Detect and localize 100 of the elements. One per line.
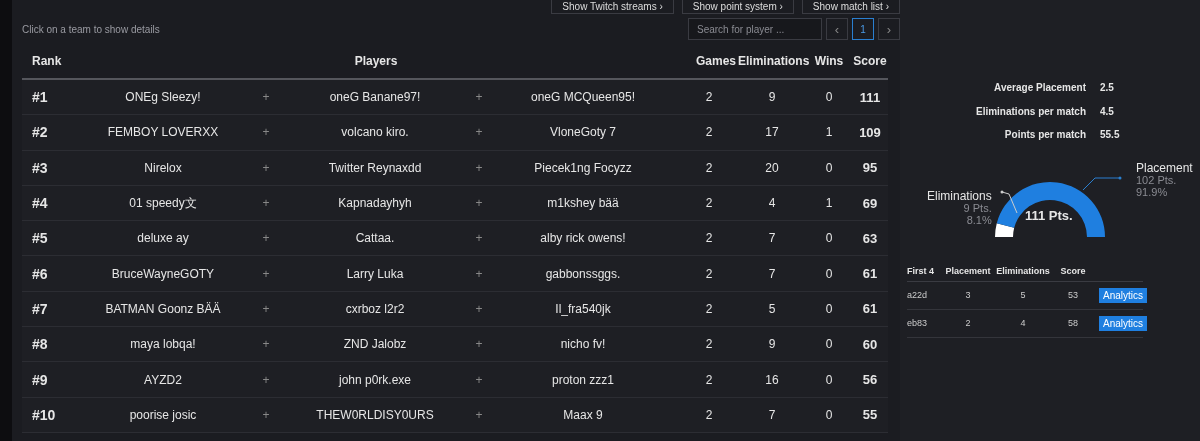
rank-cell-text: #3: [31, 159, 49, 176]
analytics-button[interactable]: Analytics: [1099, 315, 1147, 331]
player-name: cxrboz l2r2: [344, 301, 406, 316]
eliminations-cell-text: 5: [767, 301, 777, 316]
score-cell-text: 109: [858, 124, 882, 140]
wins-cell-text: 1: [824, 196, 834, 211]
match-id: eb83: [907, 318, 929, 328]
plus-sign: +: [261, 407, 271, 422]
toggle-button[interactable]: Show Twitch streams ›: [551, 0, 674, 14]
player-name: Cattaa.: [354, 231, 396, 246]
player-name: ZND Jalobz: [342, 337, 408, 352]
stat-label: Eliminations per match: [974, 105, 1087, 117]
eliminations-cell-text: 7: [767, 407, 777, 422]
column-header: Rank: [31, 53, 63, 68]
placement-cell-text: 2: [964, 318, 972, 328]
plus-sign: +: [261, 90, 271, 105]
plus-sign: +: [261, 266, 271, 281]
games-cell-text: 2: [704, 196, 714, 211]
segment-percent: 91.9%: [1136, 185, 1169, 198]
player-name: poorise josic: [128, 407, 198, 422]
segment-points: 9 Pts.: [962, 201, 992, 214]
player-name: BruceWayneGOTY: [110, 266, 216, 281]
eliminations-cell-text: 9: [767, 337, 777, 352]
previous-page-button[interactable]: ‹: [826, 18, 848, 40]
stat-label: Average Placement: [993, 82, 1087, 94]
eliminations-cell-text: 7: [767, 266, 777, 281]
toggle-button[interactable]: Show point system ›: [681, 0, 794, 14]
plus-sign: +: [261, 160, 271, 175]
plus-sign: +: [261, 125, 271, 140]
score-cell-text: 69: [861, 195, 879, 211]
wins-cell-text: 0: [824, 90, 834, 105]
player-name: john p0rk.exe: [337, 372, 412, 387]
plus-sign: +: [474, 266, 484, 281]
player-name: volcano kiro.: [340, 125, 410, 140]
games-cell-text: 2: [704, 160, 714, 175]
player-name: Twitter Reynaxdd: [327, 160, 423, 175]
player-name: alby rick owens!: [539, 231, 627, 246]
score-cell-text: 53: [1067, 290, 1079, 300]
eliminations-cell-text: 5: [1019, 290, 1027, 300]
plus-sign: +: [474, 337, 484, 352]
plus-sign: +: [261, 337, 271, 352]
plus-sign: +: [474, 160, 484, 175]
wins-cell-text: 0: [824, 231, 834, 246]
games-cell-text: 2: [704, 231, 714, 246]
rank-cell-text: #4: [31, 195, 49, 212]
eliminations-cell-text: 4: [767, 196, 777, 211]
search-field[interactable]: Search for player ...: [688, 18, 822, 40]
player-name: Nirelox: [143, 160, 183, 175]
column-header: Games: [694, 53, 737, 68]
wins-cell-text: 1: [824, 125, 834, 140]
player-name: oneG Banane97!: [328, 90, 422, 105]
toggle-button[interactable]: Show match list ›: [801, 0, 900, 14]
games-cell-text: 2: [704, 125, 714, 140]
player-name: ONEg Sleezy!: [124, 90, 202, 105]
analytics-button[interactable]: Analytics: [1099, 287, 1147, 303]
segment-points: 102 Pts.: [1136, 173, 1178, 186]
plus-sign: +: [261, 301, 271, 316]
segment-percent: 8.1%: [965, 213, 992, 226]
games-cell-text: 2: [704, 90, 714, 105]
rank-cell-text: #8: [31, 336, 49, 353]
column-header: First 4: [907, 265, 935, 276]
eliminations-cell-text: 9: [767, 90, 777, 105]
plus-sign: +: [261, 372, 271, 387]
games-cell-text: 2: [704, 407, 714, 422]
next-page-button[interactable]: ›: [878, 18, 900, 40]
eliminations-cell-text: 16: [764, 372, 780, 387]
placement-cell-text: 3: [964, 290, 972, 300]
column-header: Score: [1059, 265, 1087, 276]
eliminations-cell-text: 20: [764, 160, 780, 175]
rank-cell-text: #6: [31, 265, 49, 282]
stat-value: 2.5: [1100, 82, 1115, 94]
games-cell-text: 2: [704, 266, 714, 281]
games-cell-text: 2: [704, 301, 714, 316]
score-cell-text: 58: [1067, 318, 1079, 328]
segment-label: Eliminations: [927, 188, 992, 203]
wins-cell-text: 0: [824, 160, 834, 175]
plus-sign: +: [474, 407, 484, 422]
plus-sign: +: [474, 196, 484, 211]
leader-line: [1082, 176, 1122, 190]
wins-cell-text: 0: [824, 266, 834, 281]
page-button[interactable]: 1: [852, 18, 874, 40]
rank-cell-text: #2: [31, 124, 49, 141]
player-name: nicho fv!: [559, 337, 607, 352]
column-header: Score: [852, 53, 888, 68]
player-name: FEMBOY LOVERXX: [106, 125, 220, 140]
player-name: BATMAN Goonz BÄÄ: [104, 301, 222, 316]
plus-sign: +: [474, 90, 484, 105]
games-cell-text: 2: [704, 337, 714, 352]
plus-sign: +: [474, 301, 484, 316]
player-name: THEW0RLDISY0URS: [315, 407, 435, 422]
player-name: proton zzz1: [550, 372, 615, 387]
column-header: Eliminations: [995, 265, 1051, 276]
column-header: Players: [353, 53, 399, 68]
eliminations-cell-text: 17: [764, 125, 780, 140]
wins-cell-text: 0: [824, 301, 834, 316]
rank-cell-text: #5: [31, 230, 49, 247]
wins-cell-text: 0: [824, 337, 834, 352]
player-name: maya lobqa!: [129, 337, 197, 352]
score-cell-text: 56: [861, 372, 879, 387]
score-cell-text: 111: [858, 89, 882, 105]
